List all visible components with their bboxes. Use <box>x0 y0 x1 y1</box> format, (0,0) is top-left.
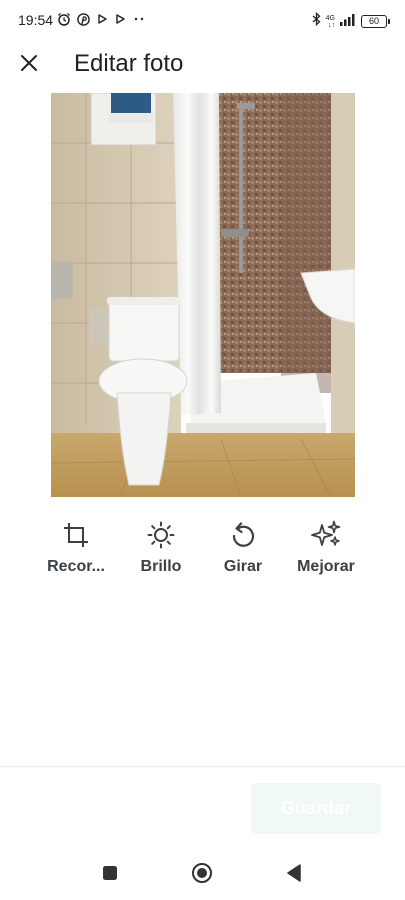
rotate-icon <box>228 520 258 550</box>
enhance-tool-button[interactable]: Mejorar <box>281 520 371 576</box>
photo-preview <box>51 93 355 497</box>
close-button[interactable] <box>14 50 44 80</box>
status-system-icons: 4G ↓↑ 60 <box>312 11 390 31</box>
brightness-tool-button[interactable]: Brillo <box>116 520 206 576</box>
more-dots-icon <box>132 13 146 25</box>
back-triangle-icon <box>286 863 302 887</box>
recents-square-icon <box>102 865 118 886</box>
signal-icon <box>340 13 356 31</box>
home-circle-icon <box>191 862 213 889</box>
brightness-icon <box>146 520 176 550</box>
status-notification-icons <box>57 12 146 26</box>
system-navigation-bar <box>0 850 405 900</box>
crop-tool-button[interactable]: Recor... <box>31 520 121 576</box>
footer-divider <box>0 766 405 767</box>
save-button[interactable]: Guardar <box>251 783 381 834</box>
crop-tool-label: Recor... <box>47 558 105 575</box>
rotate-tool-label: Girar <box>223 558 263 575</box>
network-activity: ↓↑ <box>328 21 335 29</box>
bluetooth-icon <box>312 11 321 31</box>
app-bar: Editar foto <box>0 40 405 90</box>
sparkle-icon <box>311 520 341 550</box>
battery-icon: 60 <box>361 15 390 28</box>
back-button[interactable] <box>281 862 307 888</box>
pinterest-icon <box>77 12 90 26</box>
network-type: 4G <box>325 14 335 22</box>
close-icon <box>20 54 38 77</box>
play-icon <box>114 13 126 25</box>
play-icon <box>96 13 108 25</box>
edit-tools: Recor... Brillo Girar Mejorar <box>0 520 405 580</box>
alarm-icon <box>57 12 71 26</box>
home-button[interactable] <box>189 862 215 888</box>
rotate-tool-button[interactable]: Girar <box>198 520 288 576</box>
enhance-tool-label: Mejorar <box>297 558 355 575</box>
recents-button[interactable] <box>97 862 123 888</box>
status-bar: 19:54 4G ↓↑ 60 <box>0 0 405 40</box>
bathroom-photo <box>51 93 355 497</box>
status-time: 19:54 <box>18 12 54 28</box>
brightness-tool-label: Brillo <box>140 558 182 575</box>
page-title: Editar foto <box>74 50 184 77</box>
crop-icon <box>61 520 91 550</box>
